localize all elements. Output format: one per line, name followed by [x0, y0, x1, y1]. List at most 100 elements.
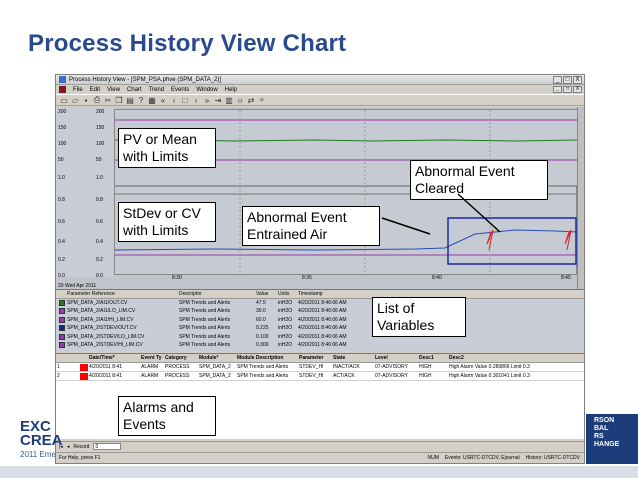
y-tick-label: 200	[58, 109, 67, 115]
record-input[interactable]: 0	[93, 443, 122, 450]
record-bar: |◂ ◂ Record 0	[56, 441, 584, 451]
col-descriptor[interactable]: Descriptor	[179, 291, 256, 297]
col-parameter[interactable]: Parameter	[298, 355, 332, 361]
doc-close-button[interactable]: X	[573, 86, 582, 93]
col-parameter-reference[interactable]: Parameter Reference	[67, 291, 179, 297]
col-module-description[interactable]: Module Description	[236, 355, 298, 361]
parameter-value: 0.300	[256, 342, 269, 349]
save-icon[interactable]: ▪	[82, 96, 90, 105]
parameter-row[interactable]: SPM_DATA_2/AI1/HI_LIM.CV SPM Trends and A…	[56, 316, 584, 325]
zoom-icon[interactable]: ⌕	[258, 95, 266, 105]
code-icon[interactable]: ‹›	[236, 96, 244, 105]
y-tick-label: 50	[58, 157, 64, 163]
alarm-idx: 2	[57, 373, 60, 379]
window-title: Process History View - [SPM_PSA.phve (SP…	[69, 76, 222, 83]
brand-line: HANGE	[594, 441, 620, 448]
open-icon[interactable]: ▱	[71, 96, 79, 105]
menu-help[interactable]: Help	[225, 87, 237, 93]
menu-view[interactable]: View	[107, 87, 120, 93]
table-icon[interactable]: ▥	[225, 96, 233, 105]
grid-icon[interactable]: ▦	[148, 96, 156, 105]
col-desc2[interactable]: Desc2	[448, 355, 568, 361]
parameter-row[interactable]: SPM_DATA_2/STDEV/HI_LIM.CV SPM Trends and…	[56, 341, 584, 350]
trend-scrollbar[interactable]	[577, 107, 584, 289]
col-event-type[interactable]: Event Ty	[140, 355, 164, 361]
end-icon[interactable]: ⇥	[214, 96, 222, 105]
record-label: Record	[73, 443, 90, 450]
minimize-button[interactable]: _	[553, 75, 562, 84]
brand-year: 2011 Eme	[20, 450, 56, 459]
cut-icon[interactable]: ✂	[104, 96, 112, 105]
y-tick-label: 100	[96, 141, 105, 147]
swap-icon[interactable]: ⇄	[247, 96, 255, 105]
close-button[interactable]: X	[573, 75, 582, 84]
callout-entrained-air: Abnormal Event Entrained Air	[242, 206, 380, 246]
parameter-row[interactable]: SPM_DATA_2/AI1/LO_LIM.CV SPM Trends and A…	[56, 307, 584, 316]
paste-icon[interactable]: ▤	[126, 96, 134, 105]
col-datetime[interactable]: Date/Time*	[88, 355, 140, 361]
x-tick-label: 8:40	[432, 275, 442, 281]
col-value[interactable]: Value	[256, 291, 278, 297]
copy-icon[interactable]: ❐	[115, 96, 123, 105]
parameter-descriptor: SPM Trends and Alerts	[179, 333, 231, 340]
doc-minimize-button[interactable]: _	[553, 86, 562, 93]
alarm-mdesc: SPM Trends and Alerts	[237, 373, 289, 379]
series-color-swatch	[59, 308, 65, 315]
series-color-swatch	[59, 333, 65, 340]
parameter-units: inH2O	[278, 299, 293, 306]
col-timestamp[interactable]: Timestamp	[298, 291, 358, 297]
alarm-row[interactable]: 1 4/20/2011 8:41 ALARM PROCESS SPM_DATA_2 SPM…	[56, 363, 584, 372]
alarm-lvl: 07-ADVISORY	[375, 373, 408, 379]
toolbar: ▭ ▱ ▪ ⎙ ✂ ❐ ▤ ? ▦ « ‹ □ › » ⇥ ▥ ‹› ⇄ ⌕	[56, 94, 584, 106]
y-tick-label: 50	[96, 157, 102, 163]
menu-window[interactable]: Window	[196, 87, 217, 93]
alarm-d2: High Alarm Value 0.301041 Limit 0.3	[449, 373, 530, 379]
parameter-row[interactable]: SPM_DATA_2/STDEV/OUT.CV SPM Trends and Al…	[56, 324, 584, 333]
status-history: History: USRTC-DTCDV	[525, 455, 580, 461]
slide-title: Process History View Chart	[28, 30, 347, 57]
alarm-d1: HIGH	[419, 364, 432, 370]
parameter-name: SPM_DATA_2/STDEV/HI_LIM.CV	[67, 342, 143, 349]
col-module[interactable]: Module*	[198, 355, 236, 361]
window-icon[interactable]: □	[181, 96, 189, 105]
y-tick-label: 0.6	[58, 219, 65, 225]
back-icon[interactable]: ‹	[170, 96, 178, 105]
col-desc1[interactable]: Desc1	[418, 355, 448, 361]
parameter-descriptor: SPM Trends and Alerts	[179, 299, 231, 306]
brand-logo-left: EXC CREA 2011 Eme	[20, 419, 70, 462]
fast-forward-icon[interactable]: »	[203, 96, 211, 105]
alarm-row[interactable]: 2 4/20/2011 8:41 ALARM PROCESS SPM_DATA_2 SPM…	[56, 372, 584, 381]
col-level[interactable]: Level	[374, 355, 418, 361]
menu-chart[interactable]: Chart	[127, 87, 142, 93]
col-units[interactable]: Units	[278, 291, 298, 297]
forward-icon[interactable]: ›	[192, 96, 200, 105]
parameter-row[interactable]: SPM_DATA_2/AI1/OUT.CV SPM Trends and Aler…	[56, 299, 584, 308]
rewind-icon[interactable]: «	[159, 96, 167, 105]
new-icon[interactable]: ▭	[60, 96, 68, 105]
y-tick-label: 0.6	[96, 219, 103, 225]
brand-line: RS	[594, 433, 604, 440]
col-category[interactable]: Category	[164, 355, 198, 361]
menu-trend[interactable]: Trend	[149, 87, 164, 93]
menu-events[interactable]: Events	[171, 87, 189, 93]
parameter-units: inH2O	[278, 342, 293, 349]
parameter-table: Parameter Reference Descriptor Value Uni…	[56, 289, 584, 351]
print-icon[interactable]: ⎙	[93, 95, 101, 105]
alarm-lvl: 07-ADVISORY	[375, 364, 408, 370]
parameter-row[interactable]: SPM_DATA_2/STDEV/LO_LIM.CV SPM Trends and…	[56, 333, 584, 342]
parameter-units: inH2O	[278, 308, 293, 315]
parameter-timestamp: 4/20/2011 8:46:06 AM	[298, 316, 347, 323]
menu-file[interactable]: File	[73, 87, 83, 93]
help-icon[interactable]: ?	[137, 96, 145, 105]
brand-logo-right: RSON BAL RS HANGE	[586, 414, 638, 464]
document-icon	[59, 86, 66, 93]
menu-edit[interactable]: Edit	[90, 87, 100, 93]
highlight-box	[447, 217, 577, 265]
col-state[interactable]: State	[332, 355, 374, 361]
parameter-name: SPM_DATA_2/STDEV/LO_LIM.CV	[67, 333, 145, 340]
alarm-evt: ALARM	[141, 364, 159, 370]
doc-maximize-button[interactable]: □	[563, 86, 572, 93]
y-tick-label: 200	[96, 109, 105, 115]
maximize-button[interactable]: □	[563, 75, 572, 84]
y-tick-label: 150	[58, 125, 67, 131]
